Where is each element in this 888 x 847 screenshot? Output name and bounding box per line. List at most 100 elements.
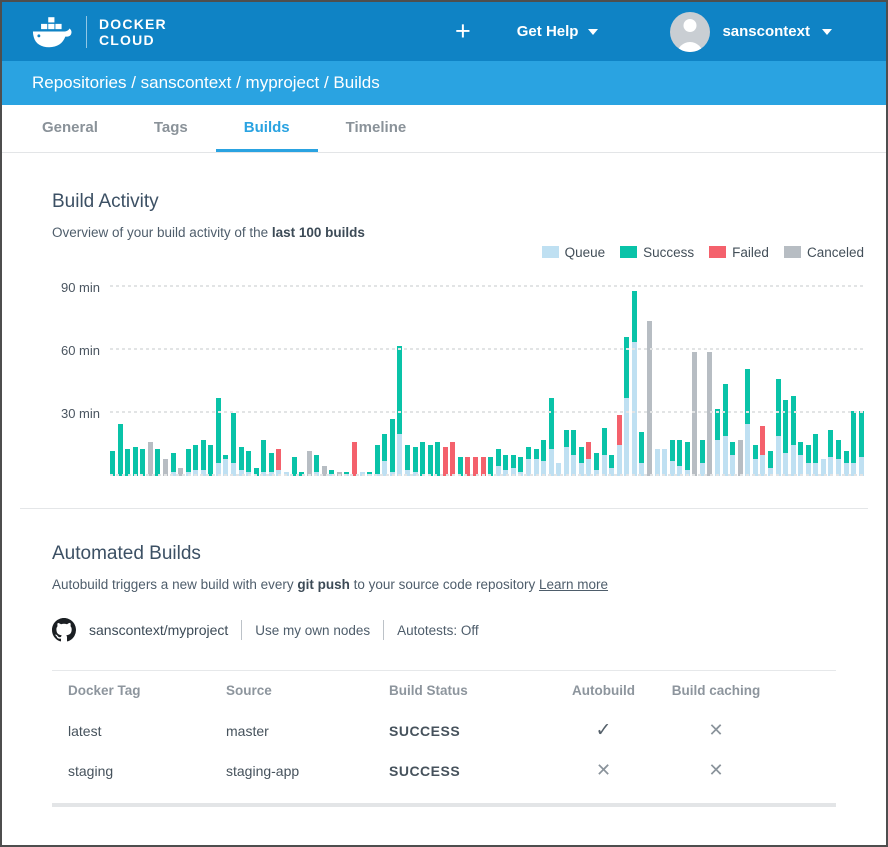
breadcrumb[interactable]: Repositories / sanscontext / myproject /… [2,61,886,105]
table-row[interactable]: latestmasterSUCCESS✓✕ [52,711,836,751]
build-bar[interactable] [700,440,705,476]
build-bar[interactable] [276,449,281,476]
build-bar[interactable] [314,455,319,476]
build-bar[interactable] [118,424,123,477]
build-bar[interactable] [443,447,448,476]
brand[interactable]: DOCKER CLOUD [32,16,167,48]
build-bar[interactable] [503,455,508,476]
build-bar[interactable] [753,445,758,476]
build-bar[interactable] [579,447,584,476]
build-bar[interactable] [246,451,251,476]
tab-tags[interactable]: Tags [126,105,216,152]
build-bar[interactable] [677,440,682,476]
get-help-menu[interactable]: Get Help [517,23,599,40]
build-bar[interactable] [609,455,614,476]
autobuild-check-icon[interactable]: ✓ [596,720,612,741]
build-bar[interactable] [186,449,191,476]
build-bar[interactable] [110,451,115,476]
build-bar[interactable] [844,451,849,476]
build-bar[interactable] [231,413,236,476]
build-bar[interactable] [405,445,410,476]
chevron-down-icon [588,29,598,35]
build-bar[interactable] [564,430,569,476]
build-bar[interactable] [602,428,607,476]
build-bar[interactable] [261,440,266,476]
build-bar[interactable] [715,409,720,476]
build-bar[interactable] [859,411,864,476]
build-bar[interactable] [851,411,856,476]
build-bar[interactable] [685,442,690,476]
build-bar[interactable] [723,384,728,476]
build-bar[interactable] [352,442,357,476]
build-bar[interactable] [450,442,455,476]
build-bar[interactable] [798,442,803,476]
autotests-label[interactable]: Autotests: Off [397,623,479,638]
tab-timeline[interactable]: Timeline [318,105,435,152]
build-bar[interactable] [140,449,145,476]
autobuild-cross-icon[interactable]: ✕ [596,760,611,780]
build-bar[interactable] [390,419,395,476]
tab-general[interactable]: General [14,105,126,152]
build-bar[interactable] [639,432,644,476]
build-bar[interactable] [662,449,667,476]
build-caching-cross-icon[interactable]: ✕ [708,720,723,740]
build-bar[interactable] [776,379,781,476]
build-bar[interactable] [428,445,433,477]
build-bar[interactable] [692,352,697,476]
tab-builds[interactable]: Builds [216,105,318,152]
build-bar[interactable] [760,426,765,476]
build-bar[interactable] [813,434,818,476]
build-bar[interactable] [375,445,380,476]
build-bar[interactable] [730,442,735,476]
build-bar[interactable] [216,398,221,476]
build-bar[interactable] [133,447,138,476]
build-bar[interactable] [624,337,629,476]
build-bar[interactable] [420,442,425,476]
build-bar[interactable] [768,451,773,476]
build-bar[interactable] [496,449,501,476]
build-bar[interactable] [155,449,160,476]
build-bar[interactable] [435,442,440,476]
table-row[interactable]: stagingstaging-appSUCCESS✕✕ [52,751,836,791]
build-bar[interactable] [223,455,228,476]
build-bar[interactable] [541,440,546,476]
build-bar[interactable] [655,449,660,476]
user-menu[interactable]: sanscontext [670,12,832,52]
build-bar[interactable] [738,440,743,476]
build-bar[interactable] [594,453,599,476]
build-bar[interactable] [632,291,637,476]
build-bar[interactable] [791,396,796,476]
build-bar[interactable] [201,440,206,476]
build-bar[interactable] [382,434,387,476]
create-button[interactable]: + [455,18,471,45]
build-bar[interactable] [549,398,554,476]
build-caching-cross-icon[interactable]: ✕ [708,760,723,780]
learn-more-link[interactable]: Learn more [539,577,608,592]
build-bar[interactable] [534,449,539,476]
build-bar[interactable] [707,352,712,476]
cell-build-status: SUCCESS [373,711,551,751]
build-bar[interactable] [617,415,622,476]
build-bar[interactable] [413,447,418,476]
build-bar[interactable] [526,447,531,476]
build-bar[interactable] [670,440,675,476]
build-bar[interactable] [806,445,811,476]
build-bar[interactable] [193,445,198,476]
build-bar[interactable] [828,430,833,476]
build-bar[interactable] [647,321,652,476]
build-bar[interactable] [269,453,274,476]
build-bar[interactable] [511,455,516,476]
build-bar[interactable] [239,447,244,476]
build-bar[interactable] [586,442,591,476]
build-bar[interactable] [208,445,213,477]
build-bar[interactable] [571,430,576,476]
source-provider-row: sanscontext/myproject Use my own nodes A… [52,618,864,642]
build-bar[interactable] [148,442,153,476]
build-bar[interactable] [745,369,750,476]
own-nodes-label[interactable]: Use my own nodes [255,623,370,638]
build-bar[interactable] [125,449,130,476]
build-bar[interactable] [171,453,176,476]
build-bar[interactable] [307,451,312,476]
bar-segment-queue [571,455,576,476]
build-bar[interactable] [836,440,841,476]
